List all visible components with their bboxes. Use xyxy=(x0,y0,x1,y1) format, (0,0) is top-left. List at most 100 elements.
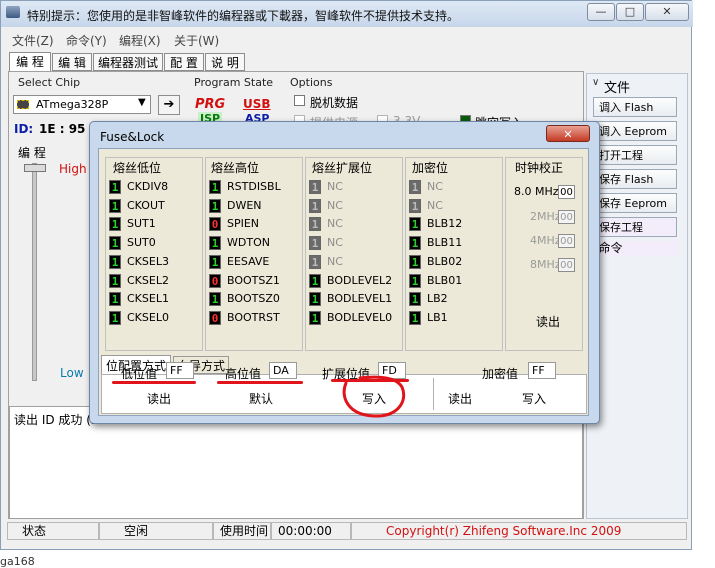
tab-programmer-test[interactable]: 编程器测试 xyxy=(93,53,163,71)
offline-checkbox[interactable] xyxy=(294,95,305,106)
lock-bit-value-2[interactable]: 1 xyxy=(409,217,421,232)
chip-select[interactable]: ATmega328P ▼ xyxy=(13,95,151,114)
high-fuse-value-4[interactable]: 1 xyxy=(209,254,221,269)
ext-fuse-name-3: NC xyxy=(327,236,343,250)
low-label: Low xyxy=(60,366,84,380)
low-fuse-value-2[interactable]: 1 xyxy=(109,217,121,232)
high-value-field[interactable]: DA xyxy=(269,362,297,379)
tab-config[interactable]: 配 置 xyxy=(164,53,204,71)
open-project-button[interactable]: 打开工程 xyxy=(593,145,677,165)
menu-program[interactable]: 编程(X) xyxy=(119,32,161,49)
annotation-circle-write xyxy=(342,375,406,418)
low-fuse-value-4[interactable]: 1 xyxy=(109,254,121,269)
ext-fuse-value-0[interactable]: 1 xyxy=(309,180,321,194)
prg-indicator: PRG xyxy=(195,97,226,112)
close-button[interactable]: ✕ xyxy=(645,3,689,21)
time-label: 使用时间 xyxy=(213,522,271,540)
lock-write-button[interactable]: 写入 xyxy=(522,390,546,407)
menu-about[interactable]: 关于(W) xyxy=(174,32,219,49)
save-project-button[interactable]: 保存工程 xyxy=(593,217,677,237)
tab-edit[interactable]: 编 辑 xyxy=(52,53,92,71)
lock-bit-name-3: BLB11 xyxy=(427,236,463,250)
ext-fuse-value-7[interactable]: 1 xyxy=(309,310,321,325)
save-eeprom-button[interactable]: 保存 Eeprom xyxy=(593,193,677,213)
ext-fuse-value-2[interactable]: 1 xyxy=(309,217,321,232)
tab-program[interactable]: 编 程 xyxy=(9,52,51,72)
clock-value-3[interactable]: 00 xyxy=(558,258,575,272)
command-section-header[interactable]: › 命令 xyxy=(591,241,679,256)
low-value-label: 低位值 xyxy=(121,367,158,381)
high-fuse-value-6[interactable]: 1 xyxy=(209,292,221,307)
dialog-close-button[interactable]: ✕ xyxy=(546,125,590,142)
low-fuse-value-0[interactable]: 1 xyxy=(109,180,121,194)
maximize-button[interactable]: □ xyxy=(616,3,644,21)
low-fuse-value-1[interactable]: 1 xyxy=(109,198,121,213)
status-bar: 状态 空闲 使用时间 00:00:00 Copyright(r) Zhifeng… xyxy=(7,522,687,540)
lock-bit-name-6: LB2 xyxy=(427,292,448,306)
high-fuse-value-3[interactable]: 1 xyxy=(209,236,221,251)
lock-bit-value-7[interactable]: 1 xyxy=(409,310,421,325)
low-fuse-value-3[interactable]: 1 xyxy=(109,236,121,251)
ext-fuse-name-4: NC xyxy=(327,254,343,268)
dialog-body: 熔丝低位 熔丝高位 熔丝扩展位 加密位 时钟校正 1 CKDIV8 1 CKOUT 1 S… xyxy=(98,148,589,418)
ext-fuse-value-3[interactable]: 1 xyxy=(309,236,321,251)
lock-bit-value-4[interactable]: 1 xyxy=(409,254,421,269)
ext-fuse-value-4[interactable]: 1 xyxy=(309,254,321,269)
menu-file[interactable]: 文件(Z) xyxy=(12,32,54,49)
lock-bit-value-3[interactable]: 1 xyxy=(409,236,421,251)
lock-bit-name-2: BLB12 xyxy=(427,217,463,231)
high-fuse-value-1[interactable]: 1 xyxy=(209,198,221,213)
fuse-lock-dialog: Fuse&Lock ✕ 熔丝低位 熔丝高位 熔丝扩展位 加密位 时钟校正 1 CK… xyxy=(89,121,600,424)
ext-fuse-header: 熔丝扩展位 xyxy=(312,161,373,175)
minimize-button[interactable]: — xyxy=(587,3,615,21)
lock-read-button[interactable]: 读出 xyxy=(448,390,472,407)
read-button[interactable]: 读出 xyxy=(147,390,171,407)
high-fuse-value-2[interactable]: 0 xyxy=(209,217,221,232)
high-fuse-value-0[interactable]: 1 xyxy=(209,180,221,194)
save-flash-button[interactable]: 保存 Flash xyxy=(593,169,677,189)
clock-value-0[interactable]: 00 xyxy=(558,185,575,199)
options-label: Options xyxy=(290,76,333,89)
low-value-field[interactable]: FF xyxy=(166,362,194,379)
high-fuse-name-2: SPIEN xyxy=(227,217,260,231)
low-fuse-value-7[interactable]: 1 xyxy=(109,310,121,325)
arrow-right-button[interactable]: ➔ xyxy=(158,95,180,115)
default-button[interactable]: 默认 xyxy=(249,390,273,407)
low-fuse-name-5: CKSEL2 xyxy=(127,273,169,287)
low-fuse-value-6[interactable]: 1 xyxy=(109,292,121,307)
copyright-text: Copyright(r) Zhifeng Software.Inc 2009 xyxy=(351,522,687,540)
load-flash-button[interactable]: 调入 Flash xyxy=(593,97,677,117)
clock-read-button[interactable]: 读出 xyxy=(536,313,560,330)
ext-fuse-value-6[interactable]: 1 xyxy=(309,292,321,307)
lock-bit-name-7: LB1 xyxy=(427,310,448,324)
clock-value-1[interactable]: 00 xyxy=(558,210,575,224)
program-section-label: 编 程 xyxy=(18,146,46,160)
load-eeprom-button[interactable]: 调入 Eeprom xyxy=(593,121,677,141)
lock-bit-value-5[interactable]: 1 xyxy=(409,273,421,288)
bottom-text: ga168 xyxy=(0,555,35,568)
lock-bit-value-0[interactable]: 1 xyxy=(409,180,421,194)
lock-value-field[interactable]: FF xyxy=(528,362,556,379)
low-fuse-value-5[interactable]: 1 xyxy=(109,273,121,288)
high-fuse-name-3: WDTON xyxy=(227,236,270,250)
file-section-header[interactable]: 文件 xyxy=(604,77,630,96)
ext-fuse-value-1[interactable]: 1 xyxy=(309,198,321,213)
menu-command[interactable]: 命令(Y) xyxy=(66,32,107,49)
high-fuse-value-7[interactable]: 0 xyxy=(209,310,221,325)
select-chip-label: Select Chip xyxy=(18,76,81,89)
chip-id-label: ID: xyxy=(14,122,34,136)
level-slider[interactable] xyxy=(15,161,55,383)
lock-bit-value-1[interactable]: 1 xyxy=(409,198,421,213)
ext-fuse-value-5[interactable]: 1 xyxy=(309,273,321,288)
panel-divider xyxy=(433,378,434,410)
lock-bit-value-6[interactable]: 1 xyxy=(409,292,421,307)
high-fuse-name-1: DWEN xyxy=(227,198,262,212)
log-line: 读出 ID 成功 (2 xyxy=(14,413,99,427)
tab-help[interactable]: 说 明 xyxy=(205,53,245,71)
clock-value-2[interactable]: 00 xyxy=(558,234,575,248)
slider-thumb[interactable] xyxy=(24,164,46,172)
high-value-label: 高位值 xyxy=(225,367,262,381)
time-value: 00:00:00 xyxy=(271,522,351,540)
high-fuse-value-5[interactable]: 0 xyxy=(209,273,221,288)
ext-fuse-name-1: NC xyxy=(327,198,343,212)
